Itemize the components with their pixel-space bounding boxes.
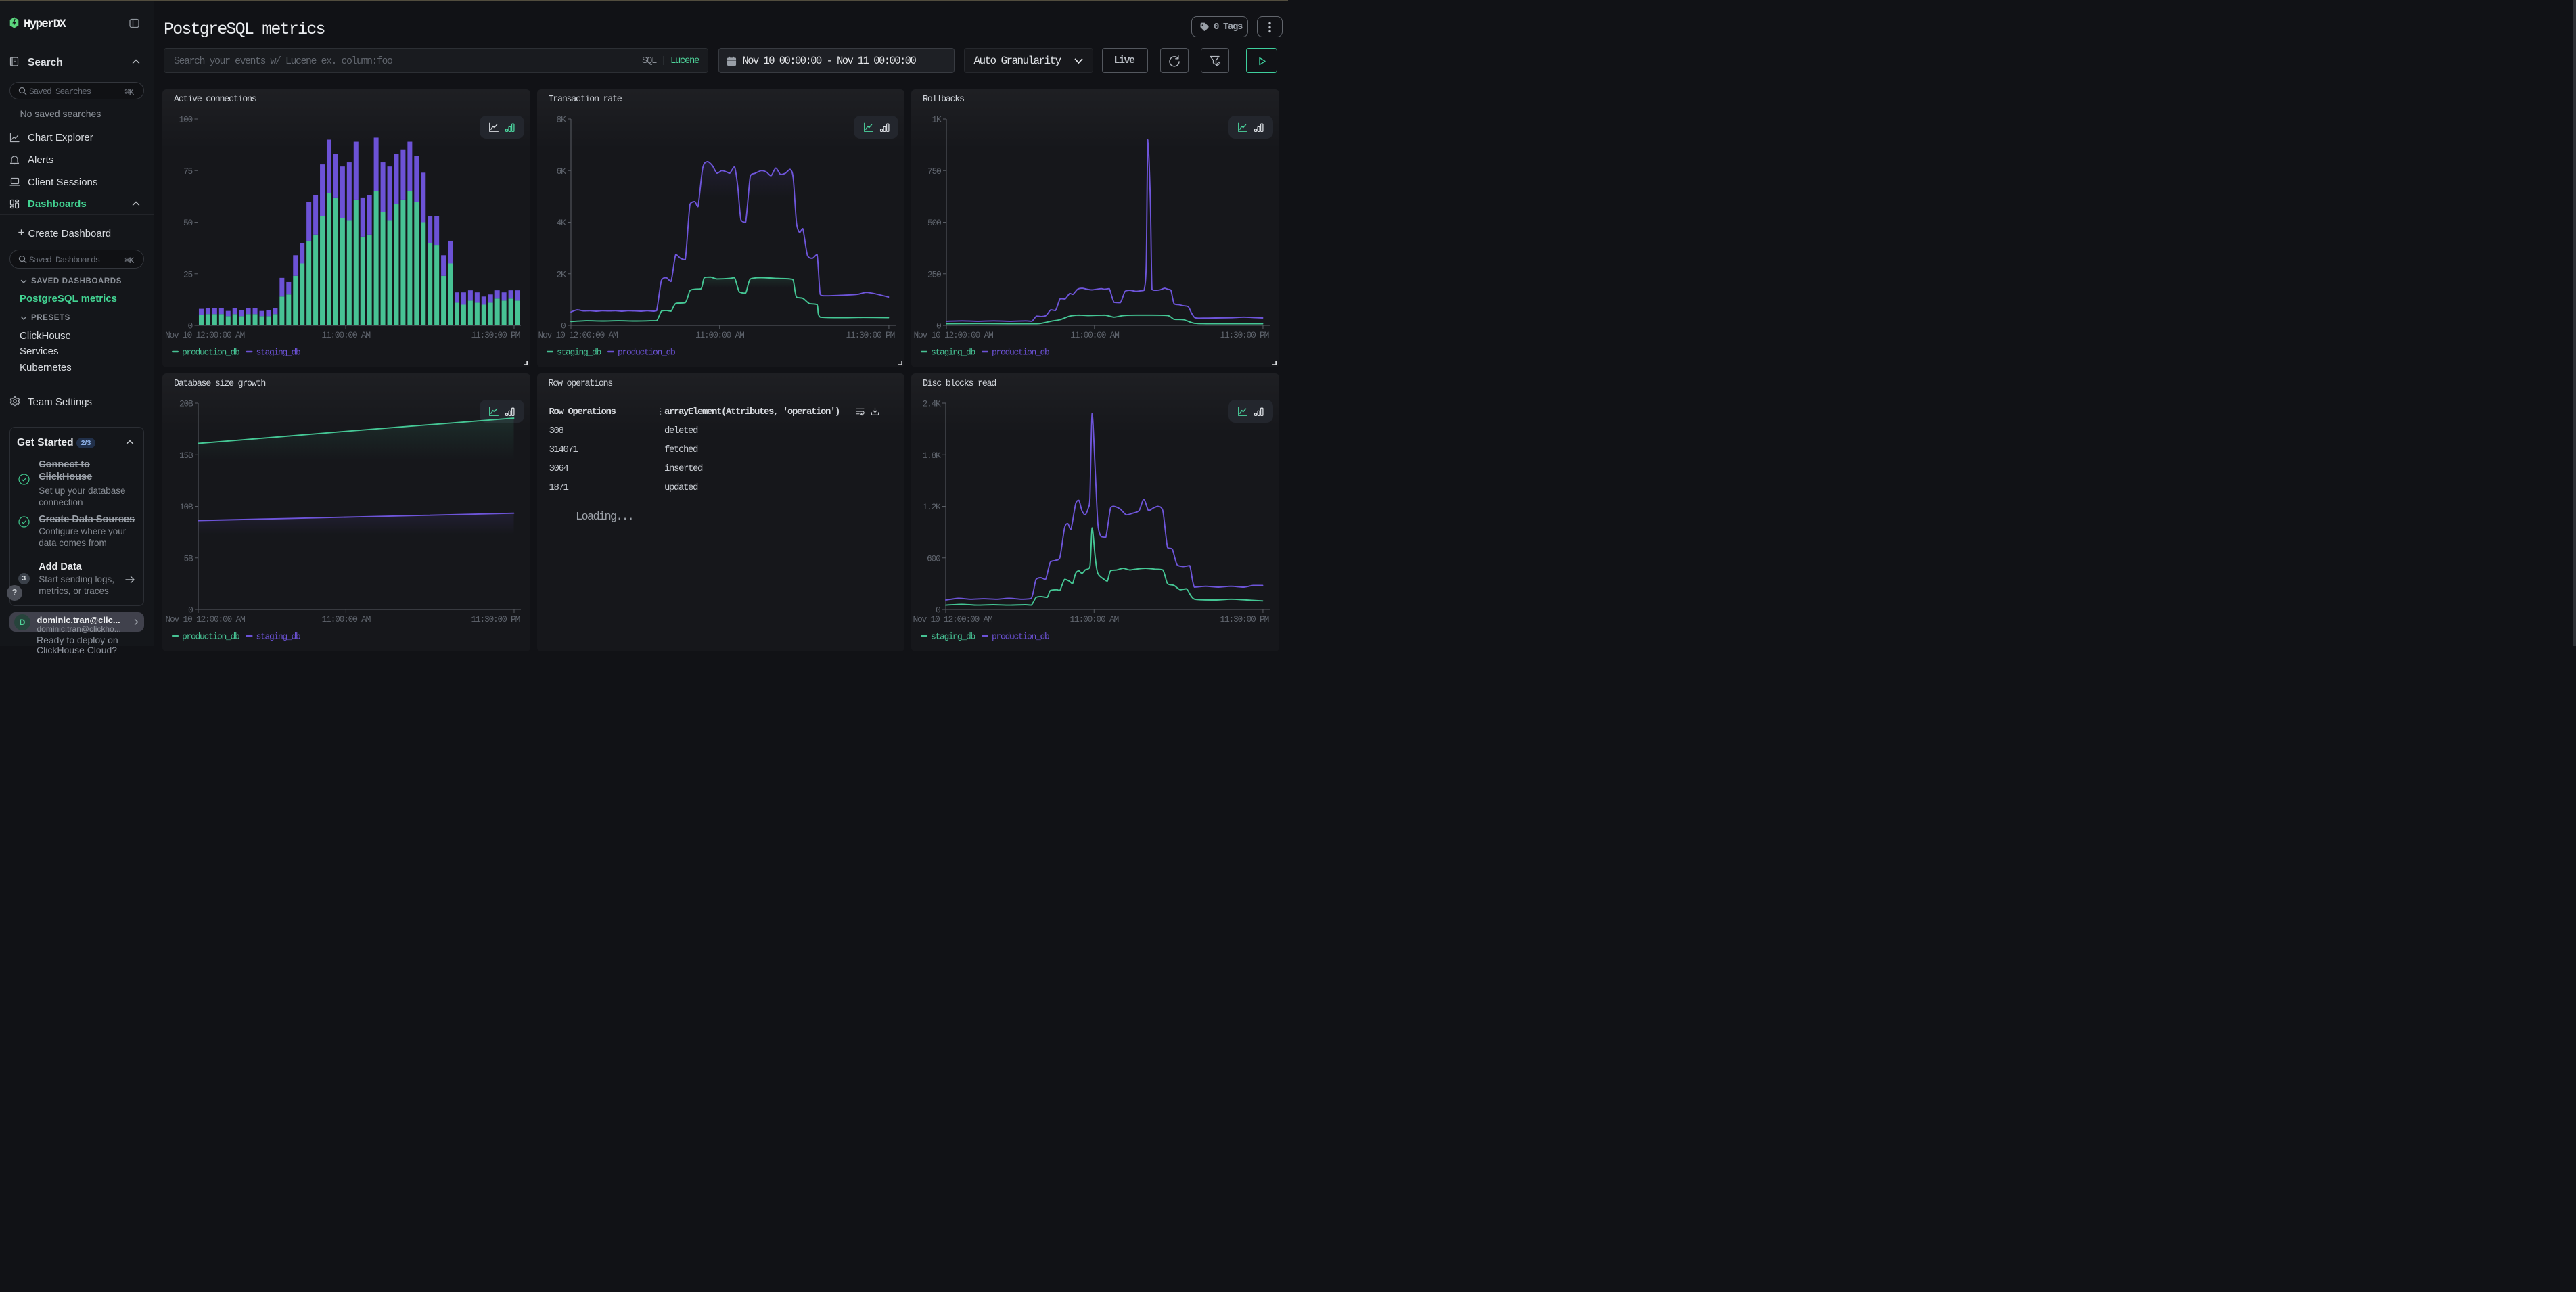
svg-text:75: 75 xyxy=(183,166,193,177)
svg-text:250: 250 xyxy=(927,269,941,279)
svg-text:6K: 6K xyxy=(556,166,566,177)
svg-text:11:30:00 PM: 11:30:00 PM xyxy=(471,614,520,624)
svg-text:11:30:00 PM: 11:30:00 PM xyxy=(471,330,520,340)
svg-text:11:30:00 PM: 11:30:00 PM xyxy=(1220,330,1268,340)
svg-text:1.8K: 1.8K xyxy=(922,451,941,461)
svg-text:1.2K: 1.2K xyxy=(922,502,941,512)
svg-text:1K: 1K xyxy=(932,115,942,125)
svg-text:11:00:00 AM: 11:00:00 AM xyxy=(321,330,370,340)
svg-text:staging_db: staging_db xyxy=(256,632,301,642)
svg-text:11:00:00 AM: 11:00:00 AM xyxy=(1070,330,1119,340)
svg-text:600: 600 xyxy=(927,553,940,563)
svg-text:2.4K: 2.4K xyxy=(922,399,941,409)
svg-text:10B: 10B xyxy=(179,502,193,512)
svg-text:production_db: production_db xyxy=(992,632,1049,642)
svg-text:production_db: production_db xyxy=(182,348,239,358)
svg-text:50: 50 xyxy=(183,218,193,228)
svg-text:Nov 10 12:00:00 AM: Nov 10 12:00:00 AM xyxy=(913,330,993,340)
svg-text:11:00:00 AM: 11:00:00 AM xyxy=(1070,614,1119,624)
svg-text:5B: 5B xyxy=(183,553,193,563)
svg-text:20B: 20B xyxy=(179,399,193,409)
svg-text:Nov 10 12:00:00 AM: Nov 10 12:00:00 AM xyxy=(165,330,245,340)
svg-text:staging_db: staging_db xyxy=(931,348,975,358)
svg-text:11:30:00 PM: 11:30:00 PM xyxy=(846,330,894,340)
svg-text:production_db: production_db xyxy=(182,632,239,642)
svg-text:4K: 4K xyxy=(556,218,566,228)
svg-text:Nov 10 12:00:00 AM: Nov 10 12:00:00 AM xyxy=(538,330,618,340)
svg-text:production_db: production_db xyxy=(992,348,1049,358)
svg-text:Nov 10 12:00:00 AM: Nov 10 12:00:00 AM xyxy=(913,614,992,624)
svg-text:500: 500 xyxy=(927,218,941,228)
svg-text:25: 25 xyxy=(183,269,193,279)
svg-text:11:00:00 AM: 11:00:00 AM xyxy=(322,614,371,624)
svg-text:11:30:00 PM: 11:30:00 PM xyxy=(1220,614,1268,624)
svg-text:production_db: production_db xyxy=(618,348,675,358)
svg-text:2K: 2K xyxy=(556,269,566,279)
svg-text:8K: 8K xyxy=(556,115,566,125)
svg-text:staging_db: staging_db xyxy=(557,348,601,358)
svg-text:100: 100 xyxy=(179,115,192,125)
svg-text:15B: 15B xyxy=(179,451,193,461)
svg-text:11:00:00 AM: 11:00:00 AM xyxy=(695,330,743,340)
svg-text:750: 750 xyxy=(927,166,941,177)
svg-text:staging_db: staging_db xyxy=(256,348,301,358)
svg-text:staging_db: staging_db xyxy=(931,632,975,642)
svg-text:Nov 10 12:00:00 AM: Nov 10 12:00:00 AM xyxy=(165,614,245,624)
